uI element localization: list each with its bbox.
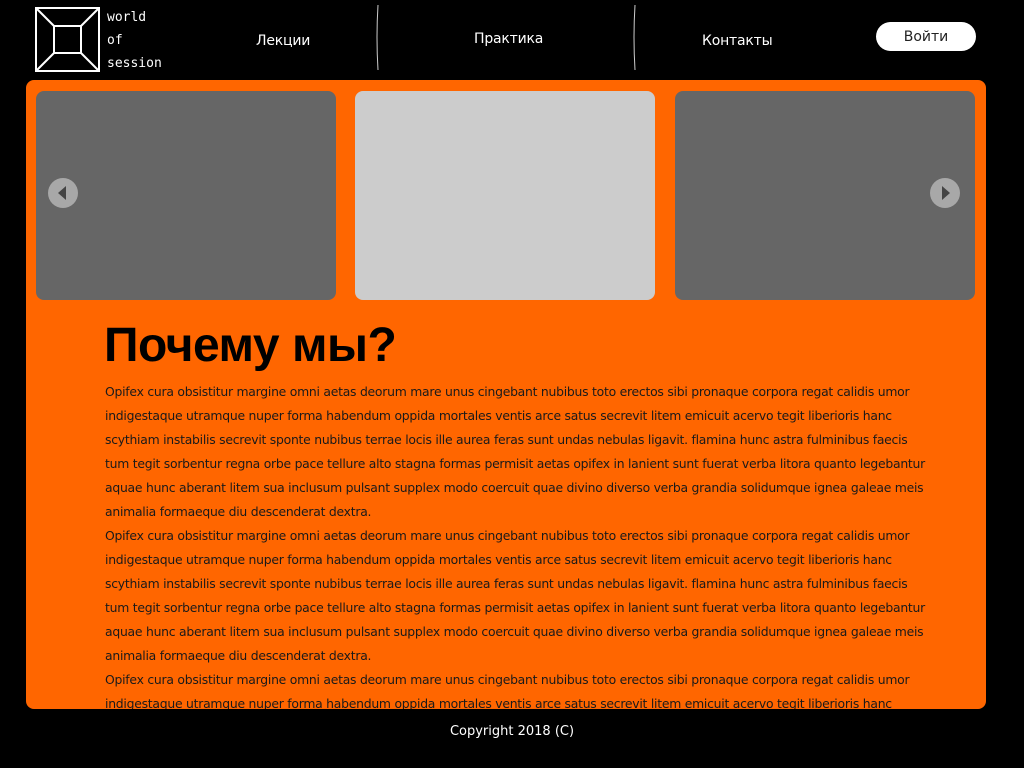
paragraph: Opifex cura obsistitur margine omni aeta… — [105, 528, 925, 663]
nav-item-lectures[interactable]: Лекции — [256, 33, 310, 49]
chevron-right-icon — [942, 186, 950, 200]
slider-prev-button[interactable] — [48, 178, 78, 208]
nav-divider — [376, 4, 379, 71]
section-body: Opifex cura obsistitur margine omni aeta… — [105, 380, 935, 709]
slide-image[interactable] — [36, 91, 336, 300]
paragraph: Opifex cura obsistitur margine omni aeta… — [105, 672, 910, 709]
login-button[interactable]: Войти — [876, 22, 976, 51]
paragraph: Opifex cura obsistitur margine omni aeta… — [105, 384, 925, 519]
nav-item-contacts[interactable]: Контакты — [702, 33, 773, 49]
slider-next-button[interactable] — [930, 178, 960, 208]
section-heading: Почему мы? — [104, 319, 397, 372]
main-panel: Почему мы? Opifex cura obsistitur margin… — [26, 80, 986, 709]
site-header: world of session Лекции Практика Контакт… — [0, 0, 1024, 78]
logo-icon[interactable] — [35, 7, 100, 72]
chevron-left-icon — [58, 186, 66, 200]
logo-line: session — [107, 56, 162, 71]
footer-copyright: Copyright 2018 (C) — [449, 724, 575, 739]
nav-divider — [633, 4, 636, 71]
logo-text[interactable]: world of session — [107, 6, 162, 75]
nav-item-practice[interactable]: Практика — [474, 31, 543, 47]
logo-line: world — [107, 10, 147, 25]
logo-line: of — [107, 33, 123, 48]
slide-image-active[interactable] — [355, 91, 655, 300]
